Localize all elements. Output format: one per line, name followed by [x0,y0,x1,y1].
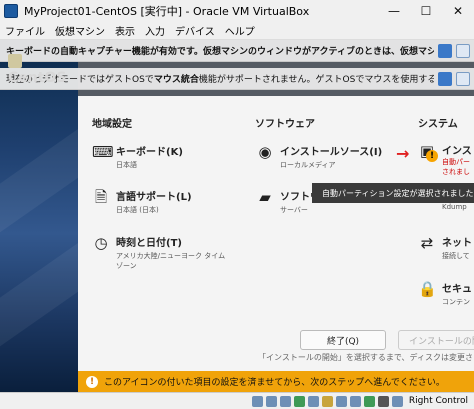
warning-text: このアイコンの付いた項目の設定を済ませてから、次のステップへ進んでください。 [104,378,445,388]
window-titlebar: MyProject01-CentOS [実行中] - Oracle VM Vir… [0,0,474,22]
spoke-install-destination-warning: 自動パー [442,158,470,166]
spoke-keyboard[interactable]: ⌨ キーボード(K) 日本語 [92,143,183,170]
spoke-security[interactable]: 🔒 セキュ コンテン [418,280,472,307]
spoke-network-title: ネット [442,238,472,249]
quit-button[interactable]: 終了(Q) [300,330,386,350]
package-icon: ▰ [259,188,271,206]
spoke-install-source-title: インストールソース(I) [280,147,383,158]
shared-folders-status-icon[interactable] [321,395,333,407]
spoke-keyboard-status: 日本語 [116,161,137,169]
destination-tooltip: 自動パーティション設定が選択されました [312,183,474,203]
menu-bar: ファイル 仮想マシン 表示 入力 デバイス ヘルプ [0,22,474,40]
spoke-security-title: セキュ [442,284,472,295]
spoke-language-title: 言語サポート(L) [116,192,192,203]
warning-bar: ! このアイコンの付いた項目の設定を済ませてから、次のステップへ進んでください。 [78,371,474,392]
spoke-install-destination-title: インス [442,146,472,157]
network-arrows-icon: ⇄ [420,234,434,252]
spoke-network[interactable]: ⇄ ネット 接続して [418,234,472,261]
host-key-label: Right Control [408,396,468,406]
installer-sidebar [0,40,154,392]
menu-view[interactable]: 表示 [110,23,140,38]
clock-icon: ◷ [94,234,108,252]
spoke-language[interactable]: 🗎 言語サポート(L) 日本語 (日本) [92,188,192,215]
spoke-install-destination-warning-2: されまし [442,168,470,176]
sidebar-decoration [0,206,154,354]
menu-file[interactable]: ファイル [0,23,50,38]
info-icon[interactable] [438,43,452,58]
spoke-install-source-status: ローカルメディア [280,161,336,169]
spoke-software-status: サーバー [280,206,308,214]
spoke-language-status: 日本語 (日本) [116,206,159,214]
spoke-datetime-status: アメリカ大陸/ニューヨーク タイム [116,252,226,260]
spoke-datetime-status-2: ゾーン [116,262,137,270]
minimize-button[interactable]: — [378,0,410,22]
menu-devices[interactable]: デバイス [170,23,220,38]
spoke-software-selection[interactable]: ▰ ソフトウ サーバー [256,188,320,215]
network-status-icon[interactable] [293,395,305,407]
keyboard-capture-status-icon[interactable] [391,395,403,407]
disc-icon: ◉ [258,143,272,161]
close-button[interactable]: ✕ [442,0,474,22]
optical-drive-status-icon[interactable] [265,395,277,407]
maximize-button[interactable]: ☐ [410,0,442,22]
video-capture-status-icon[interactable] [349,395,361,407]
section-localization: 地域設定 [92,119,132,130]
display-status-icon[interactable] [335,395,347,407]
harddisk-status-icon[interactable] [251,395,263,407]
section-software: ソフトウェア [255,119,315,130]
guest-display[interactable]: キーボードの自動キャプチャー機能が有効です。仮想マシンのウィンドウがアクティブの… [0,40,474,392]
info-icon[interactable] [438,71,452,86]
warning-icon: ! [86,375,98,388]
section-system: システム [418,119,458,130]
dismiss-notice-icon[interactable] [456,43,470,58]
mouse-integration-notice: 現在のビデオモードではゲストOSでマウス統合機能がサポートされません。ゲストOS… [0,68,474,90]
window-title: MyProject01-CentOS [実行中] - Oracle VM Vir… [24,5,310,18]
warning-icon: ! [426,150,438,162]
menu-input[interactable]: 入力 [140,23,170,38]
mouse-integration-status-icon[interactable] [377,395,389,407]
begin-installation-button[interactable]: インストールの開 [398,330,474,350]
spoke-network-status: 接続して [442,252,470,260]
spoke-datetime-title: 時刻と日付(T) [116,238,182,249]
language-icon: 🗎 [94,188,108,206]
cpu-status-icon[interactable] [363,395,375,407]
spoke-security-status: コンテン [442,298,470,306]
dismiss-notice-icon[interactable] [456,71,470,86]
keyboard-capture-text: キーボードの自動キャプチャー機能が有効です。仮想マシンのウィンドウがアクティブの… [6,47,434,57]
window-controls: — ☐ ✕ [378,0,474,22]
spoke-install-source[interactable]: ◉ インストールソース(I) ローカルメディア [256,143,382,170]
spoke-kdump-status: Kdump [442,203,467,211]
mouse-integration-text: 現在のビデオモードではゲストOSでマウス統合機能がサポートされません。ゲストOS… [6,75,434,85]
virtualbox-app-icon [4,4,18,18]
audio-status-icon[interactable] [279,395,291,407]
vm-status-bar: Right Control [0,392,474,409]
menu-machine[interactable]: 仮想マシン [50,23,110,38]
keyboard-capture-notice: キーボードの自動キャプチャー機能が有効です。仮想マシンのウィンドウがアクティブの… [0,40,474,62]
red-arrow-icon: → [396,144,410,163]
menu-help[interactable]: ヘルプ [220,23,260,38]
begin-installation-hint: 「インストールの開始」を選択するまで、ディスクは変更さ [258,353,473,362]
spoke-keyboard-title: キーボード(K) [116,147,183,158]
usb-status-icon[interactable] [307,395,319,407]
lock-icon: 🔒 [418,280,437,298]
keyboard-icon: ⌨ [92,143,114,161]
spoke-install-destination[interactable]: ▣ インス 自動パー されまし [418,142,472,177]
spoke-datetime[interactable]: ◷ 時刻と日付(T) アメリカ大陸/ニューヨーク タイム ゾーン [92,234,225,271]
